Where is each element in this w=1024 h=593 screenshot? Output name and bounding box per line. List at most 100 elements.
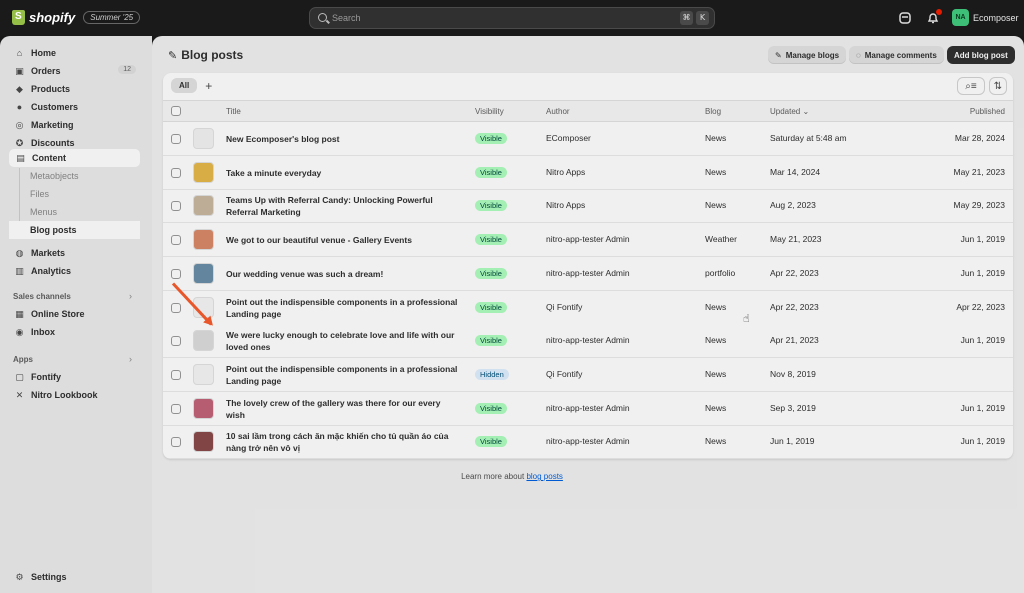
table-row[interactable]: Teams Up with Referral Candy: Unlocking … (163, 189, 1013, 224)
sort-button[interactable]: ⇅ (989, 77, 1007, 95)
shopify-logo[interactable]: shopify Summer '25 (12, 10, 141, 25)
sidebar-item-content[interactable]: ▤ Content (9, 149, 140, 167)
row-checkbox[interactable] (171, 134, 181, 144)
row-checkbox[interactable] (171, 369, 181, 380)
column-published[interactable]: Published (970, 107, 1005, 116)
sidebar-item-online-store[interactable]: ▦ Online Store (8, 305, 142, 323)
post-updated: Nov 8, 2019 (770, 368, 816, 379)
table-row[interactable]: 10 sai lầm trong cách ăn mặc khiến cho t… (163, 425, 1013, 459)
row-checkbox[interactable] (171, 201, 181, 212)
store-name[interactable]: Ecomposer (973, 13, 1019, 23)
post-published: Mar 28, 2024 (954, 133, 1005, 143)
table-row[interactable]: Point out the indispensible components i… (163, 291, 1013, 325)
post-blog: News (705, 301, 727, 312)
table-row[interactable]: New Ecomposer's blog post Visible ECompose… (163, 122, 1013, 156)
column-title[interactable]: Title (226, 107, 241, 116)
sidebar-item-products[interactable]: ◆ Products (8, 80, 142, 98)
manage-comments-button[interactable]: ◌ Manage comments (849, 46, 944, 64)
post-blog: Weather (705, 234, 737, 245)
sidebar-subitem-metaobjects[interactable]: Metaobjects (30, 167, 79, 185)
avatar[interactable]: NA (952, 9, 969, 26)
sidebar-subitem-files[interactable]: Files (30, 185, 49, 203)
table-row[interactable]: Point out the indispensible components i… (163, 358, 1013, 392)
sidebar-item-markets[interactable]: ◍ Markets (8, 244, 142, 262)
sidebar-item-analytics[interactable]: ▥ Analytics (8, 262, 142, 280)
sidebar-subitem-menus[interactable]: Menus (30, 203, 57, 221)
brand-name: shopify (29, 10, 76, 25)
table-row[interactable]: Our wedding venue was such a dream! Visib… (163, 257, 1013, 291)
row-checkbox[interactable] (171, 336, 181, 347)
shortcut-k-key: K (696, 11, 709, 25)
sidebar-item-customers[interactable]: ● Customers (8, 98, 142, 116)
tab-all[interactable]: All (171, 78, 198, 93)
table-row[interactable]: The lovely crew of the gallery was there… (163, 392, 1013, 426)
search-icon (318, 13, 327, 22)
tag-icon: ◆ (16, 83, 23, 94)
visibility-badge: Visible (475, 335, 507, 347)
sidebar-item-home[interactable]: ⌂ Home (8, 44, 142, 62)
search-input[interactable] (332, 11, 632, 25)
bell-icon[interactable] (926, 9, 942, 25)
visibility-badge: Visible (475, 200, 507, 212)
sidebar-item-nitro-lookbook[interactable]: ✕ Nitro Lookbook (8, 386, 142, 404)
post-thumbnail (193, 161, 214, 183)
pointer-cursor-icon: ☝ (743, 313, 750, 325)
select-all-checkbox[interactable] (171, 106, 181, 116)
row-checkbox[interactable] (171, 268, 181, 279)
row-checkbox[interactable] (171, 437, 181, 448)
column-updated[interactable]: Updated ⌄ (770, 107, 809, 116)
column-blog[interactable]: Blog (705, 107, 721, 116)
apps-chevron-icon[interactable]: › (129, 354, 132, 364)
storefront-icon[interactable] (898, 11, 912, 25)
table-row[interactable]: Take a minute everyday Visible Nitro Apps N… (163, 156, 1013, 190)
add-view-button[interactable]: + (205, 79, 212, 93)
sidebar-subitem-blog-posts[interactable]: Blog posts (9, 221, 140, 239)
post-published: Jun 1, 2019 (960, 436, 1005, 447)
post-blog: News (705, 402, 727, 413)
chevron-right-icon[interactable]: › (129, 291, 132, 301)
post-author: Nitro Apps (546, 200, 586, 211)
sidebar-item-orders[interactable]: ▣ Orders 12 (8, 62, 142, 80)
post-published: Jun 1, 2019 (960, 234, 1005, 245)
search-filter-button[interactable]: ⌕≡ (957, 77, 985, 95)
post-published: Jun 1, 2019 (960, 402, 1005, 413)
table-row[interactable]: We were lucky enough to celebrate love a… (163, 324, 1013, 359)
post-published: May 21, 2023 (953, 166, 1005, 177)
row-checkbox[interactable] (171, 403, 181, 414)
post-title: Point out the indispensible components i… (226, 363, 458, 386)
orders-count-badge: 12 (118, 65, 136, 74)
row-checkbox[interactable] (171, 302, 181, 313)
globe-icon: ◍ (15, 247, 24, 258)
post-author: Qi Fontify (546, 368, 583, 379)
column-author[interactable]: Author (546, 107, 570, 116)
post-updated: Apr 22, 2023 (770, 301, 819, 312)
inbox-icon: ◉ (15, 326, 24, 337)
post-thumbnail (193, 330, 214, 352)
post-title: We were lucky enough to celebrate love a… (226, 330, 455, 353)
manage-blogs-button[interactable]: ✎ Manage blogs (768, 46, 847, 64)
target-icon: ◎ (15, 119, 24, 130)
sidebar-item-fontify[interactable]: ▢ Fontify (8, 368, 142, 386)
blog-posts-help-link[interactable]: blog posts (526, 472, 562, 481)
post-blog: News (705, 368, 727, 379)
post-author: Nitro Apps (546, 166, 586, 177)
shortcut-cmd-key: ⌘ (680, 11, 693, 25)
sidebar-item-settings[interactable]: ⚙ Settings (8, 568, 142, 586)
footer: Learn more about blog posts (461, 472, 563, 481)
post-thumbnail (193, 128, 214, 149)
sidebar-item-marketing[interactable]: ◎ Marketing (8, 116, 142, 134)
post-title: 10 sai lầm trong cách ăn mặc khiến cho t… (226, 431, 449, 454)
add-blog-post-button[interactable]: Add blog post (947, 46, 1015, 64)
search-bar[interactable]: ⌘ K (309, 7, 715, 29)
post-thumbnail (193, 195, 214, 217)
table-row[interactable]: We got to our beautiful venue - Gallery … (163, 223, 1013, 258)
edition-badge[interactable]: Summer '25 (83, 11, 141, 24)
discount-icon: ✪ (15, 137, 24, 148)
row-checkbox[interactable] (171, 235, 181, 246)
post-thumbnail (193, 397, 214, 419)
post-author: Qi Fontify (546, 301, 583, 312)
row-checkbox[interactable] (171, 167, 181, 178)
column-visibility[interactable]: Visibility (475, 107, 504, 116)
sort-icon: ⇅ (993, 80, 1003, 92)
sidebar-item-inbox[interactable]: ◉ Inbox (8, 323, 142, 341)
